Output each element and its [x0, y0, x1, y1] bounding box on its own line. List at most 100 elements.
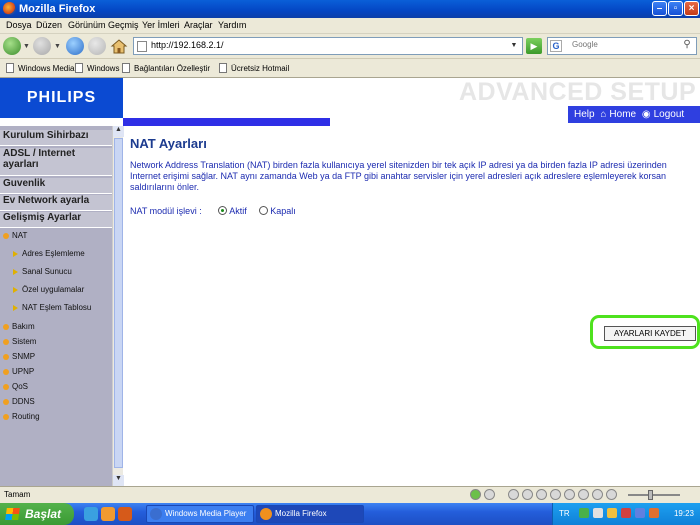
- bullet-icon: [3, 233, 9, 239]
- forward-media-icon[interactable]: [550, 489, 561, 500]
- menu-file[interactable]: Dosya: [6, 20, 32, 30]
- close-button[interactable]: ×: [684, 1, 699, 16]
- url-dropdown-icon[interactable]: ▼: [508, 40, 520, 52]
- scroll-thumb[interactable]: [114, 138, 123, 468]
- tray-security-icon[interactable]: [607, 508, 617, 518]
- arrow-icon: [13, 305, 18, 311]
- stop-icon[interactable]: [88, 37, 106, 55]
- menu-bookmarks[interactable]: Yer İmleri: [142, 20, 180, 30]
- menu-help[interactable]: Yardım: [218, 20, 246, 30]
- nat-module-row: NAT modül işlevi : Aktif Kapalı: [130, 206, 296, 216]
- pause-icon[interactable]: [536, 489, 547, 500]
- prev-icon[interactable]: [508, 489, 519, 500]
- bookmark-page-icon: [219, 63, 227, 73]
- sidebar-item-maintenance[interactable]: Bakım: [0, 322, 112, 331]
- reload-icon[interactable]: [66, 37, 84, 55]
- sidebar: Kurulum Sihirbazı ADSL / Internet ayarla…: [0, 126, 112, 486]
- sidebar-item-system[interactable]: Sistem: [0, 337, 112, 346]
- tray-network-icon[interactable]: [579, 508, 589, 518]
- bookmark-page-icon: [75, 63, 83, 73]
- task-mozilla-firefox[interactable]: Mozilla Firefox: [256, 505, 364, 523]
- maximize-button[interactable]: ▫: [668, 1, 683, 16]
- scroll-up-icon[interactable]: ▲: [113, 126, 124, 137]
- nat-description: Network Address Translation (NAT) birden…: [130, 160, 667, 192]
- url-bar[interactable]: ▼: [133, 37, 523, 55]
- sidebar-item-nat[interactable]: NAT: [0, 231, 112, 240]
- logout-link[interactable]: Logout: [654, 109, 685, 120]
- help-link[interactable]: Help: [574, 109, 595, 120]
- sidebar-section-security[interactable]: Guvenlik: [0, 178, 112, 194]
- radio-selected-icon[interactable]: [218, 206, 228, 215]
- google-icon[interactable]: G: [550, 40, 562, 52]
- arrow-icon: [13, 269, 18, 275]
- sidebar-item-virtual-server[interactable]: Sanal Sunucu: [0, 267, 112, 276]
- sidebar-item-routing[interactable]: Routing: [0, 412, 112, 421]
- tray-app-icon[interactable]: [649, 508, 659, 518]
- url-input[interactable]: [151, 40, 491, 50]
- menu-edit[interactable]: Düzen: [36, 20, 62, 30]
- sidebar-section-setup-wizard[interactable]: Kurulum Sihirbazı: [0, 130, 112, 146]
- bookmark-page-icon: [6, 63, 14, 73]
- go-icon[interactable]: ▶: [526, 38, 542, 54]
- radio-aktif[interactable]: Aktif: [218, 206, 247, 216]
- banner-strip: [123, 118, 330, 126]
- minimize-button[interactable]: –: [652, 1, 667, 16]
- sidebar-section-home-network[interactable]: Ev Network ayarla: [0, 195, 112, 211]
- bookmark-item[interactable]: Ücretsiz Hotmail: [219, 63, 289, 73]
- stop-media-icon[interactable]: [484, 489, 495, 500]
- rewind-icon[interactable]: [522, 489, 533, 500]
- nat-module-label: NAT modül işlevi :: [130, 206, 202, 216]
- sidebar-item-nat-mapping-table[interactable]: NAT Eşlem Tablosu: [0, 303, 112, 312]
- page-title: NAT Ayarları: [130, 136, 207, 151]
- menu-history[interactable]: Geçmiş: [108, 20, 139, 30]
- media-player-quicklaunch-icon[interactable]: [118, 507, 132, 521]
- mute-icon[interactable]: [606, 489, 617, 500]
- forward-icon[interactable]: [33, 37, 51, 55]
- scroll-down-icon[interactable]: ▼: [113, 475, 124, 486]
- save-settings-button[interactable]: AYARLARI KAYDET: [604, 326, 696, 341]
- bookmark-item[interactable]: Windows Media: [6, 63, 74, 73]
- back-dropdown-icon[interactable]: ▼: [23, 43, 30, 50]
- home-icon[interactable]: [110, 37, 128, 55]
- tray-antivirus-icon[interactable]: [621, 508, 631, 518]
- sidebar-item-snmp[interactable]: SNMP: [0, 352, 112, 361]
- shuffle-icon[interactable]: [578, 489, 589, 500]
- home-link[interactable]: Home: [609, 109, 636, 120]
- back-icon[interactable]: [3, 37, 21, 55]
- radio-kapali[interactable]: Kapalı: [259, 206, 296, 216]
- tray-messenger-icon[interactable]: [635, 508, 645, 518]
- search-icon[interactable]: ⚲: [680, 39, 694, 53]
- radio-unselected-icon[interactable]: [259, 206, 269, 215]
- play-icon[interactable]: [470, 489, 481, 500]
- bookmark-item[interactable]: Windows: [75, 63, 119, 73]
- sidebar-item-ddns[interactable]: DDNS: [0, 397, 112, 406]
- ie-icon[interactable]: [84, 507, 98, 521]
- volume-slider[interactable]: [628, 494, 680, 496]
- windows-taskbar: Başlat Windows Media Player Mozilla Fire…: [0, 503, 700, 525]
- volume-thumb[interactable]: [648, 490, 653, 500]
- search-input[interactable]: [572, 40, 672, 49]
- bookmark-item[interactable]: Bağlantıları Özelleştir: [122, 63, 210, 73]
- next-icon[interactable]: [564, 489, 575, 500]
- forward-dropdown-icon[interactable]: ▼: [54, 43, 61, 50]
- repeat-icon[interactable]: [592, 489, 603, 500]
- status-bar: Tamam: [0, 486, 700, 503]
- sidebar-item-upnp[interactable]: UPNP: [0, 367, 112, 376]
- start-button[interactable]: Başlat: [0, 503, 74, 525]
- window-titlebar[interactable]: Mozilla Firefox – ▫ ×: [0, 0, 700, 18]
- sidebar-section-advanced[interactable]: Gelişmiş Ayarlar: [0, 212, 112, 228]
- search-bar[interactable]: G ⚲: [547, 37, 697, 55]
- sidebar-item-qos[interactable]: QoS: [0, 382, 112, 391]
- sidebar-item-special-applications[interactable]: Özel uygulamalar: [0, 285, 112, 294]
- arrow-icon: [13, 287, 18, 293]
- bullet-icon: [3, 324, 9, 330]
- language-indicator[interactable]: TR: [559, 509, 570, 518]
- task-windows-media-player[interactable]: Windows Media Player: [146, 505, 254, 523]
- menu-view[interactable]: Görünüm: [68, 20, 106, 30]
- sidebar-section-adsl[interactable]: ADSL / Internet ayarları: [0, 148, 112, 176]
- menu-tools[interactable]: Araçlar: [184, 20, 213, 30]
- firefox-quicklaunch-icon[interactable]: [101, 507, 115, 521]
- tray-volume-icon[interactable]: [593, 508, 603, 518]
- sidebar-item-address-mapping[interactable]: Adres Eşlemleme: [0, 249, 112, 258]
- sidebar-scrollbar[interactable]: ▲ ▼: [112, 126, 124, 486]
